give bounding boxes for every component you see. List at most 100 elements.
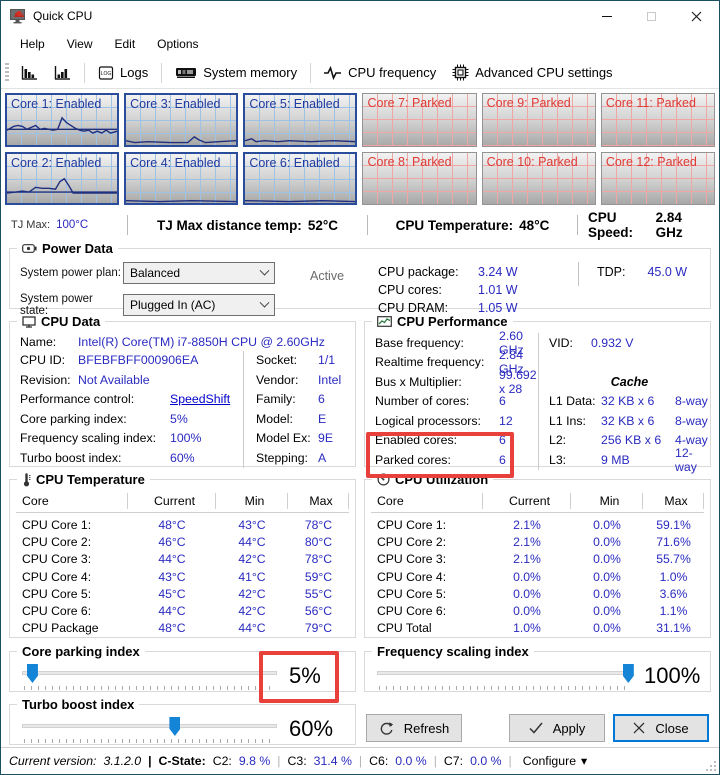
table-header: Core Current Min Max [16,490,349,513]
minimize-icon [602,16,612,17]
slider-thumb[interactable] [169,717,180,736]
chart-ascending-button[interactable] [46,61,79,85]
cpu-data-row: CPU ID: BFEBFBFF000906EA [20,351,243,371]
section-title: CPU Data [41,314,100,329]
tjmax-readout: TJ Max:100°C [9,215,127,235]
refresh-button[interactable]: Refresh [366,714,462,742]
core-label: Core 5: Enabled [249,97,339,111]
cpu-data-section: CPU Data Name: Intel(R) Core(TM) i7-8850… [9,314,356,467]
cstate-readout: C7: 0.0 % | [444,754,512,768]
core-parking-value: 5% [279,663,345,689]
cache-row: L1 Data: 32 KB x 6 8-way [549,392,710,412]
cpu-data-row: Revision: Not Available [20,370,243,390]
slider-track[interactable] [22,671,277,675]
resize-grip[interactable] [704,759,717,772]
check-icon [529,722,543,734]
power-plan-label: System power plan: [20,267,123,279]
system-memory-button[interactable]: System memory [167,61,305,84]
core-parking-slider[interactable] [20,661,279,691]
logs-button[interactable]: LOG Logs [90,61,156,85]
window-title: Quick CPU [33,9,92,23]
toolbar-separator [84,63,85,83]
core-card: Core 6: Enabled [243,152,357,206]
chip-icon [452,64,469,81]
menu-item[interactable]: View [58,34,102,54]
core-card: Core 3: Enabled [124,93,238,147]
minimize-button[interactable] [584,1,629,31]
cpu-name-row: Name: Intel(R) Core(TM) i7-8850H CPU @ 2… [10,331,355,351]
close-window-button[interactable] [674,1,719,31]
quick-cpu-window: Quick CPU HelpViewEditOptions [0,0,720,775]
close-icon [691,11,702,22]
monitor-icon [22,316,36,328]
table-row: CPU Package 48°C 44°C 79°C [16,620,349,637]
maximize-icon [647,12,656,21]
core-label: Core 9: Parked [487,96,571,110]
section-title: CPU Performance [397,314,508,329]
cpu-perf-row: Enabled cores: 6 [375,431,538,451]
table-row: CPU Core 3: 2.1% 0.0% 55.7% [371,551,704,568]
core-card: Core 10: Parked [482,152,596,206]
core-label: Core 4: Enabled [130,156,220,170]
menu-item[interactable]: Options [148,34,207,54]
svg-text:LOG: LOG [101,70,112,76]
apply-button[interactable]: Apply [509,714,605,742]
pulse-icon [324,66,342,80]
menu-item[interactable]: Edit [105,34,144,54]
table-row: CPU Core 5: 45°C 42°C 55°C [16,585,349,602]
cpu-temperature-section: CPU Temperature Core Current Min Max CPU… [9,472,356,638]
turbo-boost-slider-section: Turbo boost index 60% [9,697,356,745]
cpu-perf-row: Parked cores: 6 [375,450,538,470]
chart-descending-button[interactable] [13,61,46,85]
toolbar-grip[interactable] [5,63,9,83]
close-button[interactable]: Close [613,714,709,742]
cache-row: L1 Ins: 32 KB x 6 8-way [549,411,710,431]
menu-item[interactable]: Help [11,34,54,54]
cpu-data-row: Frequency scaling index: 100% [20,429,243,449]
cpu-performance-section: CPU Performance Base frequency: 2.60 GHz… [364,314,711,467]
table-row: CPU Core 3: 44°C 42°C 78°C [16,551,349,568]
power-data-section: Power Data System power plan: Balanced S… [9,241,711,309]
table-row: CPU Total 1.0% 0.0% 31.1% [371,620,704,637]
table-row: CPU Core 1: 2.1% 0.0% 59.1% [371,516,704,533]
core-label: Core 12: Parked [606,155,697,169]
cpu-data-row: Socket: 1/1 [256,351,355,371]
core-label: Core 8: Parked [367,155,451,169]
cstate-readout: C6: 0.0 % | [369,754,437,768]
cpu-data-row: Vendor: Intel [256,370,355,390]
ram-icon [175,66,197,79]
cpu-frequency-button[interactable]: CPU frequency [316,61,444,84]
maximize-button[interactable] [629,1,674,31]
power-reading-row: CPU DRAM: 1.05 W [378,301,578,315]
battery-icon [22,244,37,253]
turbo-boost-slider[interactable] [20,714,279,744]
cpu-perf-row: Logical processors: 12 [375,411,538,431]
slider-thumb[interactable] [27,664,38,683]
toolbar-separator [310,63,311,83]
core-card: Core 2: Enabled [5,152,119,206]
gauge-icon [377,473,390,486]
slider-track[interactable] [22,724,277,728]
section-title: Power Data [42,241,113,256]
section-title: CPU Temperature [36,472,145,487]
core-label: Core 3: Enabled [130,97,220,111]
advanced-cpu-settings-button[interactable]: Advanced CPU settings [444,60,620,85]
power-state-select[interactable]: Plugged In (AC) [123,294,275,316]
power-reading-row: CPU cores: 1.01 W [378,283,578,297]
bar-chart-descending-icon [21,65,38,81]
slider-thumb[interactable] [623,664,634,683]
frequency-scaling-slider[interactable] [375,661,634,691]
cpu-speed-readout: CPU Speed:2.84 GHz [577,215,711,235]
version-value: 3.1.2.0 [103,754,141,768]
power-plan-select[interactable]: Balanced [123,262,275,284]
cpu-data-row: Turbo boost index: 60% [20,448,243,468]
configure-dropdown[interactable]: Configure ▾ [519,752,592,770]
cpu-utilization-section: CPU Utilization Core Current Min Max CPU… [364,472,711,638]
slider-track[interactable] [377,671,632,675]
cpu-data-row: Stepping: A [256,448,355,468]
turbo-boost-value: 60% [279,716,345,742]
log-icon: LOG [98,65,114,81]
cpu-data-row: Family: 6 [256,390,355,410]
table-row: CPU Core 1: 48°C 43°C 78°C [16,516,349,533]
section-title: Frequency scaling index [377,644,529,659]
